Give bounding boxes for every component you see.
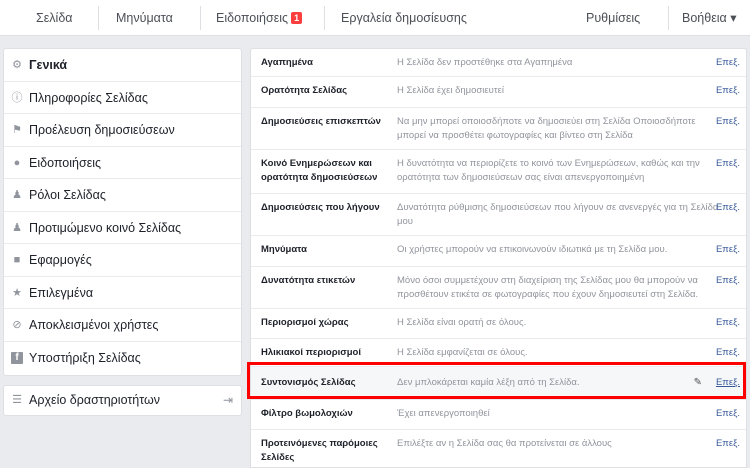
edit-link[interactable]: Επεξ. (716, 243, 740, 257)
setting-name: Φίλτρο βωμολοχιών (261, 408, 353, 419)
nav-help-dropdown[interactable]: Βοήθεια ▾ (682, 0, 737, 36)
setting-description: Η δυνατότητα να περιορίζετε το κοινό των… (397, 158, 700, 183)
setting-description: Οι χρήστες μπορούν να επικοινωνούν ιδιωτ… (397, 244, 668, 255)
sidebar-item-label: Ρόλοι Σελίδας (29, 188, 106, 202)
setting-name: Μηνύματα (261, 244, 307, 255)
general-settings-panel: Αγαπημένα Η Σελίδα δεν προστέθηκε στα Αγα… (250, 48, 747, 468)
setting-description: Μόνο όσοι συμμετέχουν στη διαχείριση της… (397, 275, 699, 300)
settings-sidebar: ⚙ Γενικά ⓘ Πληροφορίες Σελίδας ⚑ Προέλευση … (3, 48, 242, 376)
setting-name: Περιορισμοί χώρας (261, 317, 349, 328)
setting-description: Να μην μπορεί οποιοσδήποτε να δημοσιεύει… (397, 116, 696, 141)
sidebar-item-label: Γενικά (29, 58, 68, 72)
globe-icon: ● (13, 156, 21, 169)
sidebar-item-general[interactable]: ⚙ Γενικά (4, 49, 241, 82)
sidebar-item-label: Επιλεγμένα (29, 285, 94, 300)
activity-log-link[interactable]: ☰ Αρχείο δραστηριοτήτων ⇥ (3, 385, 242, 416)
setting-row-page-moderation: Συντονισμός Σελίδας Δεν μπλοκάρεται καμία… (251, 367, 746, 400)
setting-description: Η Σελίδα είναι ορατή σε όλους. (397, 317, 527, 328)
sidebar-item-preferred-audience[interactable]: ♟ Προτιμώμενο κοινό Σελίδας (4, 212, 241, 244)
setting-name: Συντονισμός Σελίδας (261, 377, 356, 388)
nav-page[interactable]: Σελίδα (36, 0, 73, 36)
setting-row-messages: Μηνύματα Οι χρήστες μπορούν να επικοινωνο… (251, 236, 746, 267)
nav-divider (98, 6, 99, 30)
setting-description: Έχει απενεργοποιηθεί (397, 408, 490, 419)
setting-name: Ορατότητα Σελίδας (261, 85, 348, 96)
setting-description: Επιλέξτε αν η Σελίδα σας θα προτείνεται … (397, 438, 612, 449)
sidebar-item-apps[interactable]: ■ Εφαρμογές (4, 244, 241, 277)
nav-messages[interactable]: Μηνύματα (116, 0, 173, 36)
setting-row-news-feed-audience: Κοινό Ενημερώσεων και ορατότητα δημοσιεύ… (251, 150, 746, 194)
setting-description: Δυνατότητα ρύθμισης δημοσιεύσεων που λήγ… (397, 202, 719, 227)
setting-row-page-visibility: Ορατότητα Σελίδας Η Σελίδα έχει δημοσιευτ… (251, 77, 746, 108)
edit-link[interactable]: Επεξ. (716, 157, 740, 171)
nav-notifications-label: Ειδοποιήσεις (216, 11, 289, 25)
star-icon: ★ (12, 286, 22, 299)
person-add-icon: ♟ (12, 221, 22, 234)
person-icon: ♟ (12, 189, 22, 201)
setting-name: Δημοσιεύσεις επισκεπτών (261, 116, 381, 127)
setting-row-expiring-posts: Δημοσιεύσεις που λήγουν Δυνατότητα ρύθμισ… (251, 194, 746, 236)
setting-description: Η Σελίδα δεν προστέθηκε στα Αγαπημένα (397, 57, 573, 68)
setting-description: Δεν μπλοκάρεται καμία λέξη από τη Σελίδα… (397, 377, 580, 388)
sidebar-item-banned-users[interactable]: ⊘ Αποκλεισμένοι χρήστες (4, 309, 241, 342)
setting-name: Δυνατότητα ετικετών (261, 275, 356, 286)
edit-link[interactable]: Επεξ. (716, 115, 740, 129)
sidebar-item-page-roles[interactable]: ♟ Ρόλοι Σελίδας (4, 179, 241, 212)
open-arrow-icon: ⇥ (222, 393, 233, 407)
sidebar-item-label: Υποστήριξη Σελίδας (29, 350, 141, 365)
edit-link[interactable]: Επεξ. (716, 201, 740, 215)
edit-link[interactable]: Επεξ. (716, 316, 740, 330)
setting-name: Κοινό Ενημερώσεων και ορατότητα δημοσιεύ… (261, 158, 378, 183)
sidebar-item-page-support[interactable]: f Υποστήριξη Σελίδας (4, 342, 241, 375)
sidebar-item-label: Προτιμώμενο κοινό Σελίδας (29, 220, 182, 235)
sidebar-item-featured[interactable]: ★ Επιλεγμένα (4, 277, 241, 309)
cube-icon: ■ (13, 254, 21, 266)
notifications-badge: 1 (291, 12, 303, 24)
sidebar-item-notifications[interactable]: ● Ειδοποιήσεις (4, 147, 241, 179)
setting-row-visitor-posts: Δημοσιεύσεις επισκεπτών Να μην μπορεί οπο… (251, 108, 746, 150)
sidebar-item-label: Αποκλεισμένοι χρήστες (29, 318, 159, 332)
setting-name: Αγαπημένα (261, 57, 313, 68)
flag-icon: ⚑ (12, 124, 22, 136)
sidebar-item-label: Προέλευση δημοσιεύσεων (29, 123, 175, 137)
nav-divider (324, 6, 325, 30)
sidebar-item-post-attribution[interactable]: ⚑ Προέλευση δημοσιεύσεων (4, 114, 241, 147)
sidebar-item-label: Εφαρμογές (29, 253, 92, 267)
nav-notifications[interactable]: Ειδοποιήσεις 1 (216, 0, 303, 36)
setting-description: Η Σελίδα έχει δημοσιευτεί (397, 85, 504, 96)
setting-row-age-restrictions: Ηλικιακοί περιορισμοί Η Σελίδα εμφανίζετα… (251, 339, 746, 367)
edit-link[interactable]: Επεξ. (716, 56, 740, 70)
edit-link[interactable]: Επεξ. (716, 376, 740, 390)
setting-row-tagging-ability: Δυνατότητα ετικετών Μόνο όσοι συμμετέχουν… (251, 267, 746, 309)
sidebar-item-label: Πληροφορίες Σελίδας (29, 90, 148, 105)
gear-icon: ⚙ (12, 59, 22, 71)
nav-settings[interactable]: Ρυθμίσεις (586, 0, 640, 36)
setting-row-favorites: Αγαπημένα Η Σελίδα δεν προστέθηκε στα Αγα… (251, 49, 746, 77)
list-icon: ☰ (12, 394, 22, 406)
sidebar-item-page-info[interactable]: ⓘ Πληροφορίες Σελίδας (4, 82, 241, 114)
activity-log-label: Αρχείο δραστηριοτήτων (29, 393, 161, 407)
top-navigation-bar: Σελίδα Μηνύματα Ειδοποιήσεις 1 Εργαλεία δ… (0, 0, 750, 36)
setting-row-country-restrictions: Περιορισμοί χώρας Η Σελίδα είναι ορατή σε… (251, 309, 746, 339)
nav-divider (200, 6, 201, 30)
pencil-icon: ✎ (693, 377, 702, 388)
block-icon: ⊘ (12, 319, 22, 331)
setting-name: Δημοσιεύσεις που λήγουν (261, 202, 380, 213)
edit-link[interactable]: Επεξ. (716, 84, 740, 98)
setting-row-similar-page-suggestions: Προτεινόμενες παρόμοιες Σελίδες Επιλέξτε … (251, 430, 746, 467)
setting-name: Προτεινόμενες παρόμοιες Σελίδες (261, 438, 378, 463)
edit-link[interactable]: Επεξ. (716, 274, 740, 288)
nav-publishing-tools[interactable]: Εργαλεία δημοσίευσης (341, 0, 467, 36)
setting-name: Ηλικιακοί περιορισμοί (261, 347, 361, 358)
nav-divider (668, 6, 669, 30)
sidebar-item-label: Ειδοποιήσεις (29, 155, 102, 170)
facebook-icon: f (11, 351, 23, 364)
edit-link[interactable]: Επεξ. (716, 407, 740, 421)
info-icon: ⓘ (11, 91, 23, 104)
setting-row-profanity-filter: Φίλτρο βωμολοχιών Έχει απενεργοποιηθεί Επε… (251, 400, 746, 430)
edit-link[interactable]: Επεξ. (716, 346, 740, 360)
setting-description: Η Σελίδα εμφανίζεται σε όλους. (397, 347, 528, 358)
edit-link[interactable]: Επεξ. (716, 437, 740, 451)
